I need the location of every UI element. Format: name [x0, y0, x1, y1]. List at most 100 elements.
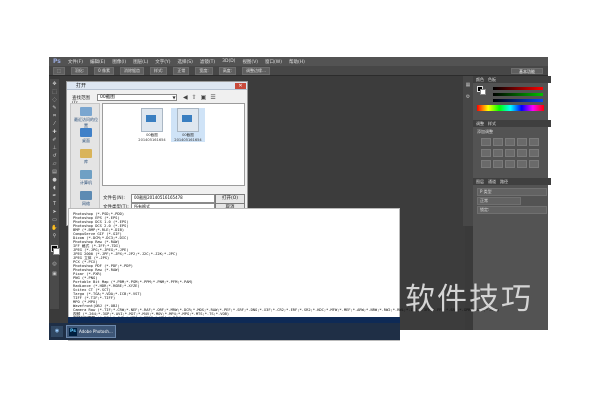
style-select[interactable]: 正常 — [173, 66, 190, 75]
marquee-tool-icon[interactable]: ⬚ — [53, 66, 65, 75]
properties-panel-icon[interactable]: ⚙ — [465, 94, 471, 100]
workspace-select[interactable]: 基本功能 — [511, 68, 543, 74]
pen-tool-icon[interactable]: ✒ — [51, 193, 58, 199]
recent-icon — [80, 107, 92, 116]
filename-input[interactable]: 00截图20140516165478 — [131, 194, 215, 203]
type-tool-icon[interactable]: T — [51, 201, 58, 207]
color-balance-icon[interactable] — [493, 149, 503, 157]
gradient-tool-icon[interactable]: ▤ — [51, 169, 58, 175]
layer-filter-select[interactable]: P 类型 — [477, 188, 547, 196]
libraries-icon — [80, 149, 92, 158]
path-select-tool-icon[interactable]: ➤ — [51, 209, 58, 215]
menu-image[interactable]: 图像(I) — [112, 59, 126, 65]
back-icon[interactable]: ◀ — [183, 94, 188, 101]
tab-paths[interactable]: 路径 — [500, 179, 508, 185]
history-panel-icon[interactable]: ▦ — [465, 82, 471, 88]
quick-select-tool-icon[interactable]: ✎ — [51, 105, 58, 111]
bw-icon[interactable] — [505, 149, 515, 157]
file-item-selected[interactable]: 00截图 201405161654 — [171, 108, 205, 143]
new-folder-icon[interactable]: ▣ — [201, 94, 207, 101]
tab-layers[interactable]: 图层 — [476, 179, 484, 185]
posterize-icon[interactable] — [493, 160, 503, 168]
tab-channels[interactable]: 通道 — [488, 179, 496, 185]
healing-tool-icon[interactable]: ✚ — [51, 129, 58, 135]
menu-select[interactable]: 选择(S) — [177, 59, 192, 65]
computer-icon — [80, 170, 92, 179]
lasso-tool-icon[interactable]: ◌ — [51, 97, 58, 103]
stamp-tool-icon[interactable]: ⊥ — [51, 145, 58, 151]
history-brush-tool-icon[interactable]: ↺ — [51, 153, 58, 159]
crop-tool-icon[interactable]: ⌗ — [51, 113, 58, 119]
dodge-tool-icon[interactable]: ◖ — [51, 185, 58, 191]
tab-color[interactable]: 颜色 — [476, 77, 484, 83]
up-folder-icon[interactable]: ⇧ — [192, 94, 197, 101]
open-dialog: 打开 ✕ 查找范围(I): 00截图 ▼ ◀ ⇧ ▣ ☰ 最近访问的位置 桌面 … — [66, 81, 248, 226]
levels-icon[interactable] — [493, 138, 503, 146]
anti-alias-checkbox[interactable]: 消除锯齿 — [119, 66, 144, 75]
zoom-tool-icon[interactable]: ⚲ — [51, 233, 58, 239]
file-name-suffix: 201405161654 — [138, 137, 166, 142]
threshold-icon[interactable] — [505, 160, 515, 168]
place-recent[interactable]: 最近访问的位置 — [73, 107, 99, 129]
menu-window[interactable]: 窗口(W) — [265, 59, 282, 65]
vibrance-icon[interactable] — [529, 138, 539, 146]
file-item[interactable]: 00截图 201405161654 — [135, 108, 169, 142]
menu-file[interactable]: 文件(F) — [68, 59, 83, 65]
color-spectrum[interactable] — [477, 105, 544, 111]
selective-color-icon[interactable] — [529, 160, 539, 168]
adjust-panel-tabs: 调整 样式 — [473, 120, 551, 127]
ps-logo-icon: Ps — [53, 58, 61, 65]
photoshop-icon: Ps — [69, 327, 77, 336]
menu-view[interactable]: 视图(V) — [242, 59, 258, 65]
tab-adjustments[interactable]: 调整 — [476, 121, 484, 127]
invert-icon[interactable] — [481, 160, 491, 168]
place-network[interactable]: 网络 — [73, 191, 99, 207]
menu-3d[interactable]: 3D(D) — [222, 59, 235, 64]
channel-mixer-icon[interactable] — [529, 149, 539, 157]
menu-help[interactable]: 帮助(H) — [289, 59, 305, 65]
place-desktop-label: 桌面 — [82, 138, 90, 143]
photo-filter-icon[interactable] — [517, 149, 527, 157]
style-label: 样式: — [149, 66, 168, 75]
menu-layer[interactable]: 图层(L) — [133, 59, 148, 65]
quick-mask-icon[interactable]: ◎ — [51, 261, 58, 267]
menu-filter[interactable]: 滤镜(T) — [200, 59, 215, 65]
shape-tool-icon[interactable]: ▭ — [51, 217, 58, 223]
chevron-down-icon[interactable]: ▼ — [171, 94, 177, 101]
tab-swatches[interactable]: 色板 — [488, 77, 496, 83]
move-tool-icon[interactable]: ✥ — [51, 81, 58, 87]
menu-type[interactable]: 文字(Y) — [155, 59, 170, 65]
feather-input[interactable]: 0 像素 — [94, 66, 114, 75]
marquee-tool-icon[interactable]: ⬚ — [51, 89, 58, 95]
curves-icon[interactable] — [505, 138, 515, 146]
blend-mode-select[interactable]: 正常 — [477, 197, 521, 205]
start-button[interactable]: ◉ — [51, 326, 63, 337]
brightness-icon[interactable] — [481, 138, 491, 146]
blue-slider[interactable] — [493, 99, 543, 102]
gradient-map-icon[interactable] — [517, 160, 527, 168]
color-panel-tabs: 颜色 色板 — [473, 76, 551, 83]
file-list: 00截图 201405161654 00截图 201405161654 — [102, 103, 245, 186]
panel-bg-swatch[interactable] — [480, 89, 486, 95]
exposure-icon[interactable] — [517, 138, 527, 146]
close-icon[interactable]: ✕ — [235, 83, 246, 89]
green-slider[interactable] — [493, 93, 543, 96]
place-libraries[interactable]: 库 — [73, 149, 99, 165]
tab-styles[interactable]: 样式 — [488, 121, 496, 127]
hue-icon[interactable] — [481, 149, 491, 157]
place-computer[interactable]: 计算机 — [73, 170, 99, 186]
hand-tool-icon[interactable]: ✋ — [51, 225, 58, 231]
brush-tool-icon[interactable]: ✐ — [51, 137, 58, 143]
look-in-select[interactable]: 00截图 — [97, 94, 177, 101]
menu-edit[interactable]: 编辑(E) — [90, 59, 105, 65]
view-menu-icon[interactable]: ☰ — [210, 94, 215, 101]
place-desktop[interactable]: 桌面 — [73, 128, 99, 144]
refine-edge-button[interactable]: 调整边缘... — [242, 66, 270, 75]
background-color-swatch[interactable] — [53, 248, 60, 255]
taskbar-photoshop-button[interactable]: Ps Adobe Photosh... — [66, 325, 116, 338]
blur-tool-icon[interactable]: ● — [51, 177, 58, 183]
screen-mode-icon[interactable]: ▣ — [51, 271, 58, 277]
eyedropper-tool-icon[interactable]: ⁄ — [51, 121, 58, 127]
eraser-tool-icon[interactable]: ▱ — [51, 161, 58, 167]
red-slider[interactable] — [493, 87, 543, 90]
